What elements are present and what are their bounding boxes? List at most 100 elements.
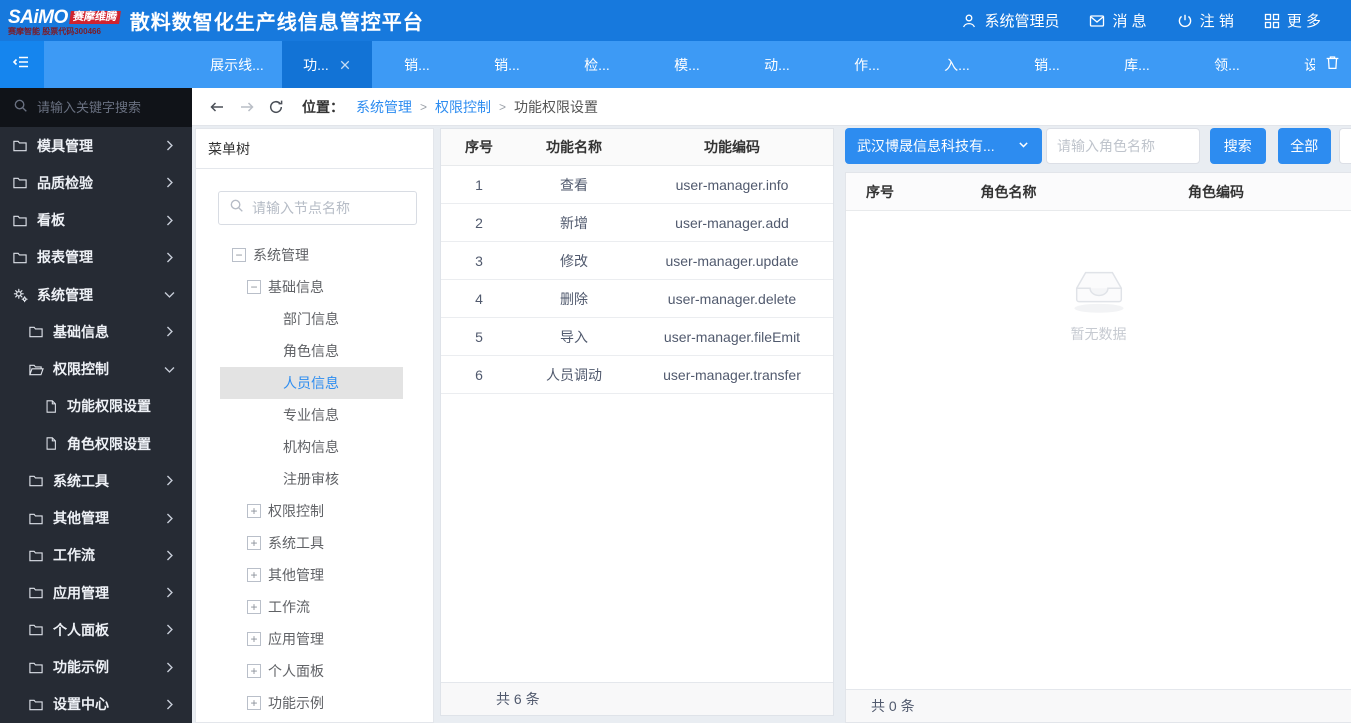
tree-node[interactable]: +系统工具 <box>220 527 403 559</box>
current-user[interactable]: 系统管理员 <box>961 10 1059 31</box>
collapse-toggle-icon[interactable]: − <box>232 248 246 262</box>
sidebar-item[interactable]: 品质检验 <box>0 164 192 201</box>
tree-node[interactable]: 注册审核 <box>220 463 403 495</box>
sidebar-item[interactable]: 系统工具 <box>0 462 192 499</box>
tab[interactable]: 功... <box>282 41 372 88</box>
open-tabs: 展示线...功...销...销...检...模...动...作...入...销.… <box>192 41 1315 88</box>
messages-button[interactable]: 消 息 <box>1089 10 1146 31</box>
sidebar-item[interactable]: 看板 <box>0 202 192 239</box>
tree-search[interactable] <box>218 191 417 225</box>
logout-button[interactable]: 注 销 <box>1177 10 1234 31</box>
tree-node[interactable]: +功能示例 <box>220 687 403 719</box>
chevron-right-icon <box>163 325 176 338</box>
sidebar-item[interactable]: 系统管理 <box>0 276 192 313</box>
tab-label: 作... <box>854 55 880 75</box>
close-icon[interactable] <box>339 59 351 71</box>
tree-node[interactable]: −系统管理 <box>220 239 403 271</box>
table-row[interactable]: 4删除user-manager.delete <box>441 280 833 318</box>
tab[interactable]: 动... <box>732 41 822 88</box>
sidebar-item[interactable]: 基础信息 <box>0 313 192 350</box>
tab[interactable]: 检... <box>552 41 642 88</box>
table-row[interactable]: 1查看user-manager.info <box>441 166 833 204</box>
sidebar-item[interactable]: 权限控制 <box>0 351 192 388</box>
sidebar-item[interactable]: 应用管理 <box>0 574 192 611</box>
tree-node[interactable]: −基础信息 <box>220 271 403 303</box>
tab-label: 动... <box>764 55 790 75</box>
tree-node[interactable]: +工作流 <box>220 591 403 623</box>
logo-subtitle: 赛摩智能 股票代码300466 <box>8 28 120 36</box>
expand-toggle-icon[interactable]: + <box>247 696 261 710</box>
collapse-toggle-icon[interactable]: − <box>247 280 261 294</box>
tree-node[interactable]: 专业信息 <box>220 399 403 431</box>
forward-icon[interactable] <box>238 99 256 115</box>
close-all-tabs-button[interactable] <box>1315 41 1349 88</box>
tree-node[interactable]: 角色信息 <box>220 335 403 367</box>
tab[interactable]: 设... <box>1272 41 1315 88</box>
chevron-right-icon <box>163 139 176 152</box>
tree-node[interactable]: 部门信息 <box>220 303 403 335</box>
tab[interactable]: 入... <box>912 41 1002 88</box>
chevron-right-icon <box>163 586 176 599</box>
tab[interactable]: 领... <box>1182 41 1272 88</box>
tab[interactable]: 库... <box>1092 41 1182 88</box>
back-icon[interactable] <box>208 99 226 115</box>
table-row[interactable]: 6人员调动user-manager.transfer <box>441 356 833 394</box>
expand-toggle-icon[interactable]: + <box>247 504 261 518</box>
folder-icon <box>12 138 28 153</box>
partial-button[interactable] <box>1339 128 1351 164</box>
sidebar-item[interactable]: 功能权限设置 <box>0 388 192 425</box>
expand-toggle-icon[interactable]: + <box>247 536 261 550</box>
table-cell: 1 <box>441 177 517 193</box>
tree-node[interactable]: +应用管理 <box>220 623 403 655</box>
sidebar-item[interactable]: 模具管理 <box>0 127 192 164</box>
tree-node-label: 个人面板 <box>268 661 324 681</box>
sidebar-item[interactable]: 个人面板 <box>0 611 192 648</box>
tab[interactable]: 销... <box>372 41 462 88</box>
role-name-input[interactable] <box>1046 128 1200 164</box>
more-button[interactable]: 更 多 <box>1264 10 1321 31</box>
all-button[interactable]: 全部 <box>1278 128 1332 164</box>
breadcrumb-link[interactable]: 系统管理 <box>356 97 412 117</box>
tree-node[interactable]: 人员信息 <box>220 367 403 399</box>
table-row[interactable]: 3修改user-manager.update <box>441 242 833 280</box>
tree-node[interactable]: +其他管理 <box>220 559 403 591</box>
tab[interactable]: 展示线... <box>192 41 282 88</box>
search-icon <box>229 198 244 218</box>
collapse-menu-button[interactable] <box>0 41 44 88</box>
sidebar-item-label: 设置中心 <box>53 694 109 714</box>
expand-toggle-icon[interactable]: + <box>247 664 261 678</box>
expand-toggle-icon[interactable]: + <box>247 632 261 646</box>
expand-toggle-icon[interactable]: + <box>247 568 261 582</box>
search-button[interactable]: 搜索 <box>1210 128 1266 164</box>
sidebar-item[interactable]: 设置中心 <box>0 686 192 723</box>
table-cell: 新增 <box>517 213 631 233</box>
expand-toggle-icon[interactable]: + <box>247 600 261 614</box>
tab-label: 检... <box>584 55 610 75</box>
sidebar-item[interactable]: 工作流 <box>0 537 192 574</box>
sidebar-item[interactable]: 角色权限设置 <box>0 425 192 462</box>
refresh-icon[interactable] <box>268 99 284 115</box>
sidebar-item[interactable]: 功能示例 <box>0 649 192 686</box>
tree-search-input[interactable] <box>252 200 392 216</box>
table-row[interactable]: 5导入user-manager.fileEmit <box>441 318 833 356</box>
folder-icon <box>28 473 44 488</box>
sidebar-search[interactable] <box>0 88 192 127</box>
tab[interactable]: 销... <box>462 41 552 88</box>
table-row[interactable]: 2新增user-manager.add <box>441 204 833 242</box>
breadcrumb-link[interactable]: 权限控制 <box>435 97 491 117</box>
tree-node[interactable]: + 个人面板 <box>220 655 403 687</box>
folder-icon <box>28 324 44 339</box>
sidebar-search-input[interactable] <box>37 100 167 115</box>
tab[interactable]: 作... <box>822 41 912 88</box>
tab[interactable]: 销... <box>1002 41 1092 88</box>
trash-icon <box>1324 54 1341 76</box>
chevron-down-icon <box>163 363 176 376</box>
sidebar-item[interactable]: 其他管理 <box>0 500 192 537</box>
company-select[interactable]: 武汉博晟信息科技有... <box>845 128 1042 164</box>
tab[interactable]: 模... <box>642 41 732 88</box>
sidebar-item-label: 看板 <box>37 210 65 230</box>
tree-node[interactable]: 机构信息 <box>220 431 403 463</box>
tree-node[interactable]: +权限控制 <box>220 495 403 527</box>
main-area: 位置： 系统管理>权限控制>功能权限设置 菜单树 −系统管理−基础信息部门信息角… <box>192 88 1351 723</box>
sidebar-item[interactable]: 报表管理 <box>0 239 192 276</box>
